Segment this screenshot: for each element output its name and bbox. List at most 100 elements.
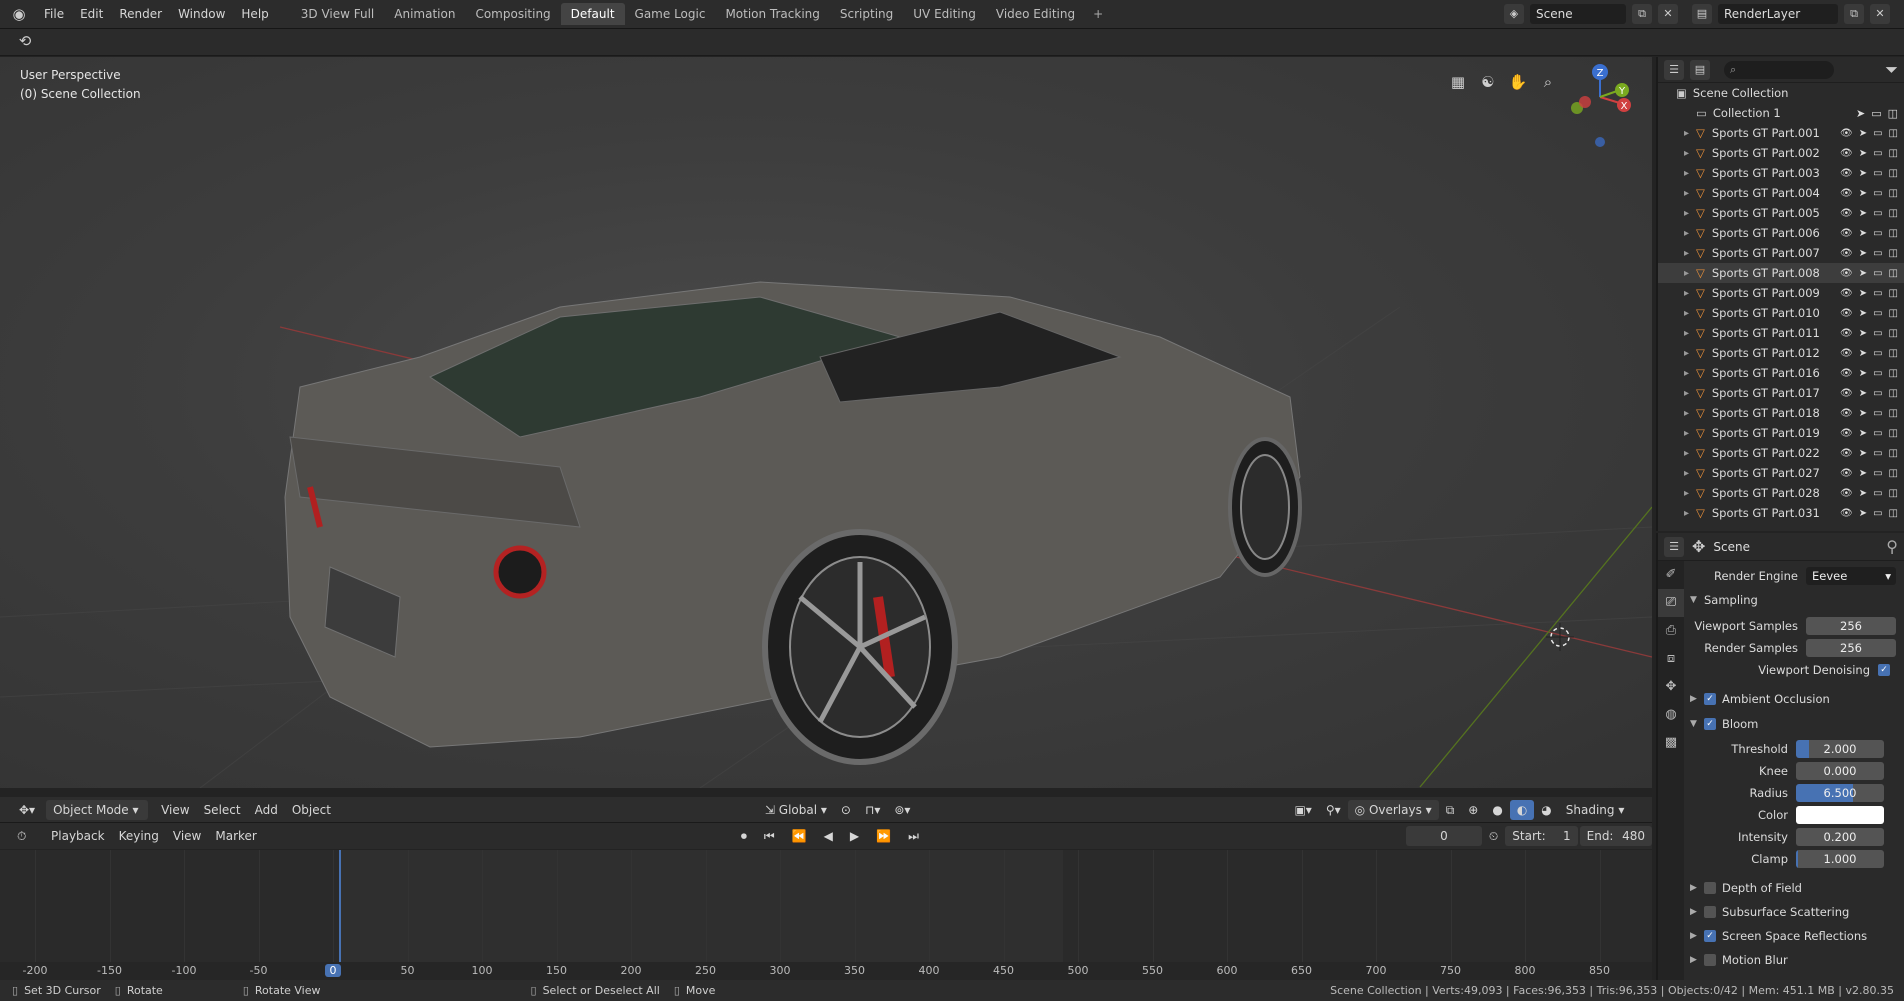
outliner-object-row[interactable]: ▸ ▽ Sports GT Part.031 👁 ➤ ▭ ◫ xyxy=(1658,503,1904,523)
selectable-icon[interactable]: ➤ xyxy=(1859,308,1867,319)
expand-arrow-icon[interactable]: ▸ xyxy=(1684,148,1696,159)
outliner-object-row[interactable]: ▸ ▽ Sports GT Part.019 👁 ➤ ▭ ◫ xyxy=(1658,423,1904,443)
eye-icon[interactable]: 👁 xyxy=(1840,168,1853,179)
viewport-visible-icon[interactable]: ▭ xyxy=(1873,348,1882,359)
ssr-checkbox[interactable]: ✓ xyxy=(1704,930,1716,942)
render-visible-icon[interactable]: ◫ xyxy=(1889,468,1898,479)
menu-window[interactable]: Window xyxy=(170,3,233,25)
outliner-object-row[interactable]: ▸ ▽ Sports GT Part.011 👁 ➤ ▭ ◫ xyxy=(1658,323,1904,343)
overlays-dropdown[interactable]: ◎ Overlays ▾ xyxy=(1347,799,1439,820)
timeline-menu-marker[interactable]: Marker xyxy=(208,826,263,846)
viewport-menu-select[interactable]: Select xyxy=(197,800,248,820)
preview-range-icon[interactable]: ⏲ xyxy=(1482,826,1505,846)
outliner-object-row[interactable]: ▸ ▽ Sports GT Part.002 👁 ➤ ▭ ◫ xyxy=(1658,143,1904,163)
viewport-visible-icon[interactable]: ▭ xyxy=(1873,208,1882,219)
render-visible-icon[interactable]: ◫ xyxy=(1889,448,1898,459)
viewport-visible-icon[interactable]: ▭ xyxy=(1873,488,1882,499)
selectable-icon[interactable]: ➤ xyxy=(1859,428,1867,439)
output-tab-icon[interactable]: ⎙ xyxy=(1658,617,1684,645)
timeline-area[interactable]: -200 -150 -100 -50 0 50 100 150 200 250 300 350 400 4… xyxy=(0,850,1652,980)
scene-browse-icon[interactable]: ◈ xyxy=(1504,4,1524,24)
eye-icon[interactable]: 👁 xyxy=(1840,488,1853,499)
tab-video-editing[interactable]: Video Editing xyxy=(986,3,1085,25)
viewport-visible-icon[interactable]: ▭ xyxy=(1873,468,1882,479)
scene-close-icon[interactable]: ✕ xyxy=(1658,4,1678,24)
render-visible-icon[interactable]: ◫ xyxy=(1889,128,1898,139)
outliner-object-row[interactable]: ▸ ▽ Sports GT Part.028 👁 ➤ ▭ ◫ xyxy=(1658,483,1904,503)
editor-type-icon[interactable]: ✥▾ xyxy=(12,800,42,820)
outliner-object-row[interactable]: ▸ ▽ Sports GT Part.012 👁 ➤ ▭ ◫ xyxy=(1658,343,1904,363)
viewport-visible-icon[interactable]: ▭ xyxy=(1873,308,1882,319)
expand-arrow-icon[interactable]: ▸ xyxy=(1684,508,1696,519)
eye-icon[interactable]: 👁 xyxy=(1840,408,1853,419)
tab-game-logic[interactable]: Game Logic xyxy=(625,3,716,25)
timeline-menu-playback[interactable]: Playback ▾ xyxy=(44,826,112,863)
expand-arrow-icon[interactable]: ▸ xyxy=(1684,428,1696,439)
expand-arrow-icon[interactable]: ▸ xyxy=(1684,248,1696,259)
render-visible-icon[interactable]: ◫ xyxy=(1889,228,1898,239)
expand-arrow-icon[interactable]: ▸ xyxy=(1684,228,1696,239)
rendered-shading-icon[interactable]: ◕ xyxy=(1534,800,1558,820)
selectable-icon[interactable]: ➤ xyxy=(1856,107,1865,120)
viewport-visible-icon[interactable]: ▭ xyxy=(1873,248,1882,259)
outliner-search-input[interactable]: ⌕ xyxy=(1724,60,1834,79)
timeline-menu-view[interactable]: View xyxy=(166,826,208,846)
timeline-menu-keying[interactable]: Keying ▾ xyxy=(112,826,166,863)
viewport-visible-icon[interactable]: ▭ xyxy=(1873,128,1882,139)
subsurface-header[interactable]: ▶ Subsurface Scattering xyxy=(1690,902,1896,922)
collection-row[interactable]: ▭ Collection 1 ➤ ▭ ◫ xyxy=(1658,103,1904,123)
tab-animation[interactable]: Animation xyxy=(384,3,465,25)
jump-keyframe-back-icon[interactable]: ⏪ xyxy=(785,826,814,846)
scene-selector[interactable]: Scene xyxy=(1530,4,1626,24)
outliner-object-row[interactable]: ▸ ▽ Sports GT Part.006 👁 ➤ ▭ ◫ xyxy=(1658,223,1904,243)
selectable-icon[interactable]: ➤ xyxy=(1859,328,1867,339)
selectable-icon[interactable]: ➤ xyxy=(1859,128,1867,139)
outliner-object-row[interactable]: ▸ ▽ Sports GT Part.017 👁 ➤ ▭ ◫ xyxy=(1658,383,1904,403)
outliner-object-row[interactable]: ▸ ▽ Sports GT Part.018 👁 ➤ ▭ ◫ xyxy=(1658,403,1904,423)
record-icon[interactable]: ⏺ xyxy=(734,826,754,846)
render-visible-icon[interactable]: ◫ xyxy=(1888,107,1898,120)
eye-icon[interactable]: 👁 xyxy=(1840,508,1853,519)
render-visible-icon[interactable]: ◫ xyxy=(1889,368,1898,379)
render-tab-icon[interactable]: ⎚ xyxy=(1658,589,1684,617)
depth-of-field-checkbox[interactable] xyxy=(1704,882,1716,894)
outliner-object-row[interactable]: ▸ ▽ Sports GT Part.027 👁 ➤ ▭ ◫ xyxy=(1658,463,1904,483)
viewport-denoising-checkbox[interactable]: ✓ xyxy=(1878,664,1890,676)
render-visible-icon[interactable]: ◫ xyxy=(1889,148,1898,159)
selectable-icon[interactable]: ➤ xyxy=(1859,448,1867,459)
depth-of-field-header[interactable]: ▶ Depth of Field xyxy=(1690,878,1896,898)
viewport-visible-icon[interactable]: ▭ xyxy=(1873,228,1882,239)
eye-icon[interactable]: 👁 xyxy=(1840,148,1853,159)
expand-arrow-icon[interactable]: ▸ xyxy=(1684,368,1696,379)
selectable-icon[interactable]: ➤ xyxy=(1859,168,1867,179)
viewport-visible-icon[interactable]: ▭ xyxy=(1873,388,1882,399)
viewport-visible-icon[interactable]: ▭ xyxy=(1873,168,1882,179)
playhead-line[interactable] xyxy=(339,850,341,974)
scene-tab-icon[interactable]: ✥ xyxy=(1658,673,1684,701)
eye-icon[interactable]: 👁 xyxy=(1840,468,1853,479)
current-frame-field[interactable]: 0 xyxy=(1405,826,1482,846)
jump-end-icon[interactable]: ⏭ xyxy=(901,826,926,846)
eye-icon[interactable]: 👁 xyxy=(1840,308,1853,319)
expand-arrow-icon[interactable]: ▸ xyxy=(1684,348,1696,359)
viewport-visible-icon[interactable]: ▭ xyxy=(1873,328,1882,339)
selectable-icon[interactable]: ➤ xyxy=(1859,468,1867,479)
render-visible-icon[interactable]: ◫ xyxy=(1889,168,1898,179)
pan-hand-icon[interactable]: ✋ xyxy=(1505,69,1531,95)
xray-icon[interactable]: ⧉ xyxy=(1439,800,1462,820)
eye-icon[interactable]: 👁 xyxy=(1840,268,1853,279)
selectable-icon[interactable]: ➤ xyxy=(1859,148,1867,159)
render-visible-icon[interactable]: ◫ xyxy=(1889,488,1898,499)
selectable-icon[interactable]: ➤ xyxy=(1859,188,1867,199)
menu-render[interactable]: Render xyxy=(111,3,170,25)
render-visible-icon[interactable]: ◫ xyxy=(1889,408,1898,419)
view-layer-tab-icon[interactable]: ⧈ xyxy=(1658,645,1684,673)
expand-arrow-icon[interactable]: ▸ xyxy=(1684,388,1696,399)
knee-slider[interactable]: 0.000 xyxy=(1796,762,1884,780)
wireframe-shading-icon[interactable]: ⊕ xyxy=(1461,800,1485,820)
snap-icon[interactable]: ⊓▾ xyxy=(858,800,887,820)
orientation-dropdown[interactable]: ⇲ Global ▾ xyxy=(758,800,834,820)
texture-tab-icon[interactable]: ▩ xyxy=(1658,729,1684,757)
gizmo-toggle-icon[interactable]: ⚲▾ xyxy=(1319,800,1348,820)
outliner-editor-icon[interactable]: ☰ xyxy=(1664,59,1684,80)
